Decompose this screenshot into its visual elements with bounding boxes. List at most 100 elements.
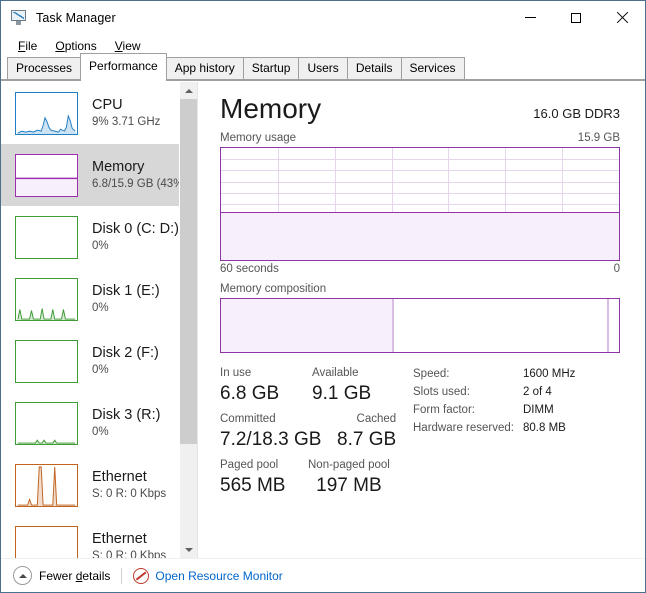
axis-left-label: 60 seconds (220, 263, 279, 275)
chevron-up-circle-icon (13, 566, 32, 585)
usage-graph-title: Memory usage (220, 132, 297, 144)
sidebar-thumbnail (15, 91, 78, 135)
sidebar-item-sublabel: S: 0 R: 0 Kbps (92, 487, 167, 500)
chevron-up-icon (184, 88, 193, 93)
sidebar-item-text: Disk 0 (C: D:) 0% (92, 221, 179, 254)
stat-committed-label: Committed (220, 413, 276, 425)
stat-kv-value: 80.8 MB (523, 422, 566, 434)
stat-non-paged-pool-value: 197 MB (316, 475, 382, 496)
stat-cached: Cached 8.7 GB (337, 411, 396, 457)
graph-gridline-h (221, 170, 619, 172)
menu-file-label: ile (25, 39, 38, 53)
sidebar-item-label: Memory (92, 158, 145, 175)
sidebar-item-disk-3-r[interactable]: Disk 3 (R:) 0% (1, 392, 197, 454)
tab-app-history[interactable]: App history (165, 57, 244, 80)
stat-kv-key: Hardware reserved: (413, 422, 514, 434)
stat-paged-pool: Paged pool 565 MB (220, 457, 308, 503)
tab-performance[interactable]: Performance (80, 53, 167, 81)
menu-file[interactable]: File (9, 36, 46, 56)
sidebar-item-memory[interactable]: Memory 6.8/15.9 GB (43%) (1, 144, 197, 206)
sidebar-item-sublabel: 0% (92, 425, 109, 438)
sidebar-item-cpu[interactable]: CPU 9% 3.71 GHz (1, 82, 197, 144)
stat-paged-pool-value: 565 MB (220, 475, 286, 496)
minimize-button[interactable] (507, 1, 553, 34)
memory-spec: 16.0 GB DDR3 (533, 106, 620, 121)
sidebar-thumbnail (15, 463, 78, 507)
tab-details[interactable]: Details (346, 57, 402, 80)
resource-sidebar: CPU 9% 3.71 GHz Memory 6.8/15.9 GB (43%) Dis… (1, 82, 198, 558)
tab-performance-label: Performance (89, 59, 158, 73)
stat-cached-value: 8.7 GB (337, 429, 397, 450)
sidebar-thumbnail (15, 153, 78, 197)
sidebar-item-ethernet[interactable]: Ethernet S: 0 R: 0 Kbps (1, 516, 197, 558)
stat-kv-key: Slots used: (413, 386, 470, 398)
sidebar-item-disk-1-e[interactable]: Disk 1 (E:) 0% (1, 268, 197, 330)
minimize-icon (524, 17, 536, 18)
sidebar-item-text: Memory 6.8/15.9 GB (43%) (92, 159, 187, 192)
stat-kv-value: 2 of 4 (523, 386, 552, 398)
sidebar-item-text: Disk 2 (F:) 0% (92, 345, 159, 378)
maximize-button[interactable] (553, 1, 599, 34)
task-manager-window: Task Manager File Options View Processes… (0, 0, 646, 593)
tab-details-label: Details (355, 61, 393, 75)
panel-header: Memory 16.0 GB DDR3 (220, 92, 620, 126)
stat-kv-key: Speed: (413, 368, 450, 380)
close-button[interactable] (599, 1, 645, 34)
resource-monitor-icon (133, 567, 150, 584)
sidebar-scrollbar[interactable] (179, 82, 197, 558)
sidebar-item-label: Ethernet (92, 530, 147, 547)
stat-kv-row: Speed: 1600 MHz (413, 365, 620, 383)
tab-startup[interactable]: Startup (242, 57, 300, 80)
sidebar-thumbnail (15, 401, 78, 445)
stat-kv-value: DIMM (523, 404, 554, 416)
stat-kv-row: Slots used: 2 of 4 (413, 383, 620, 401)
sidebar-item-disk-0-c-d[interactable]: Disk 0 (C: D:) 0% (1, 206, 197, 268)
graph-gridline-h (221, 192, 619, 194)
footer-bar: Fewer details Open Resource Monitor (1, 558, 645, 592)
tab-services-label: Services (409, 61, 456, 75)
sidebar-item-text: Disk 1 (E:) 0% (92, 283, 160, 316)
fewer-details-pre: Fewer (39, 568, 76, 583)
task-manager-icon (11, 9, 28, 26)
sidebar-thumbnail (15, 339, 78, 383)
stat-non-paged-pool: Non-paged pool 197 MB (308, 457, 390, 503)
composition-in-use (221, 299, 393, 352)
scrollbar-thumb[interactable] (180, 99, 197, 444)
open-resource-monitor-label: Open Resource Monitor (155, 568, 283, 583)
stat-kv-row: Hardware reserved: 80.8 MB (413, 419, 620, 437)
tab-processes[interactable]: Processes (7, 57, 82, 80)
scroll-up-button[interactable] (180, 82, 197, 99)
memory-panel: Memory 16.0 GB DDR3 Memory usage 15.9 GB… (198, 82, 645, 558)
sidebar-item-disk-2-f[interactable]: Disk 2 (F:) 0% (1, 330, 197, 392)
graph-gridline-h (221, 204, 619, 205)
memory-stats: In use 6.8 GB Available 9.1 GB Committed… (220, 365, 620, 503)
stats-row-1: In use 6.8 GB Available 9.1 GB (220, 365, 405, 411)
stat-available-value: 9.1 GB (312, 383, 372, 404)
usage-graph-axis: 60 seconds 0 (220, 263, 620, 275)
stats-primary: In use 6.8 GB Available 9.1 GB Committed… (220, 365, 405, 503)
usage-graph-max: 15.9 GB (577, 132, 620, 144)
sidebar-item-text: Ethernet S: 0 R: 0 Kbps (92, 469, 166, 502)
axis-right-label: 0 (613, 263, 620, 275)
open-resource-monitor-link[interactable]: Open Resource Monitor (133, 567, 283, 584)
scroll-down-button[interactable] (180, 541, 197, 558)
tab-services[interactable]: Services (400, 57, 465, 80)
sidebar-thumbnail (15, 277, 78, 321)
fewer-details-post: etails (82, 568, 111, 583)
sidebar-item-sublabel: 9% 3.71 GHz (92, 115, 161, 128)
tab-app-history-label: App history (174, 61, 235, 75)
fewer-details-button[interactable]: Fewer details (13, 566, 110, 585)
stats-row-3: Paged pool 565 MB Non-paged pool 197 MB (220, 457, 405, 503)
tab-users[interactable]: Users (298, 57, 348, 80)
window-title: Task Manager (36, 10, 116, 25)
graph-gridline-h (221, 159, 619, 161)
chevron-down-icon (184, 547, 193, 552)
sidebar-item-ethernet[interactable]: Ethernet S: 0 R: 0 Kbps (1, 454, 197, 516)
tab-processes-label: Processes (16, 61, 73, 75)
sidebar-item-text: Ethernet S: 0 R: 0 Kbps (92, 531, 166, 559)
sidebar-item-sublabel: 0% (92, 301, 109, 314)
content-area: CPU 9% 3.71 GHz Memory 6.8/15.9 GB (43%) Dis… (1, 81, 645, 558)
stat-committed-value: 7.2/18.3 GB (220, 429, 322, 450)
composition-divider (607, 299, 610, 352)
stat-kv-row: Form factor: DIMM (413, 401, 620, 419)
